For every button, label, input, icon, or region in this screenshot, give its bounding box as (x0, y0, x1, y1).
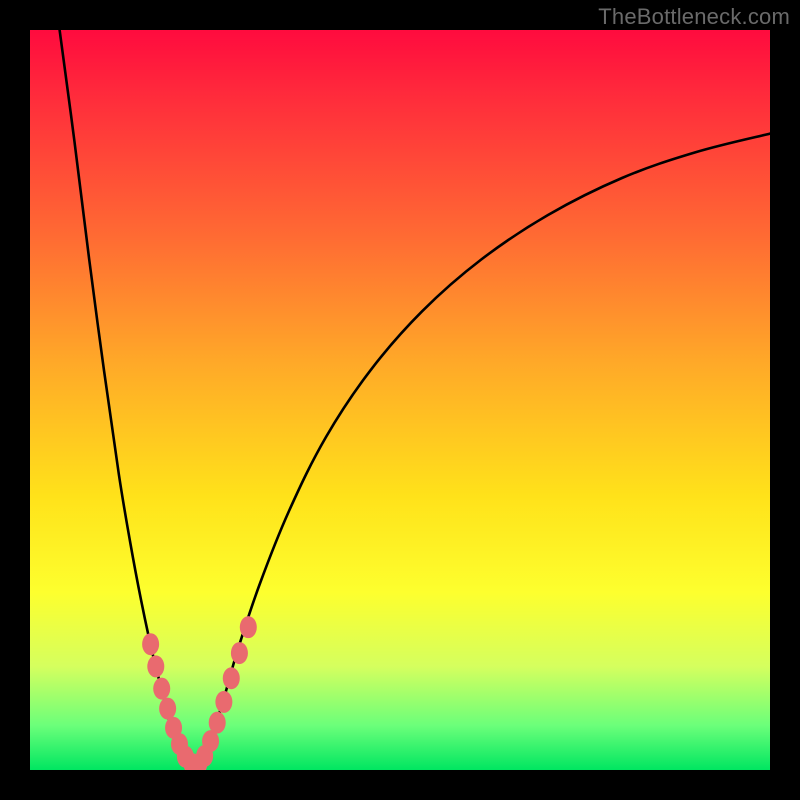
chart-frame: TheBottleneck.com (0, 0, 800, 800)
data-marker (142, 633, 159, 655)
plot-area (30, 30, 770, 770)
data-marker (215, 691, 232, 713)
curve-right-branch (193, 134, 770, 770)
data-marker (231, 642, 248, 664)
data-marker (147, 655, 164, 677)
watermark-text: TheBottleneck.com (598, 4, 790, 30)
data-marker (153, 678, 170, 700)
data-marker (159, 698, 176, 720)
data-marker (209, 712, 226, 734)
data-marker (240, 616, 257, 638)
curve-layer (30, 30, 770, 770)
data-marker (223, 667, 240, 689)
curve-left-branch (60, 30, 193, 770)
